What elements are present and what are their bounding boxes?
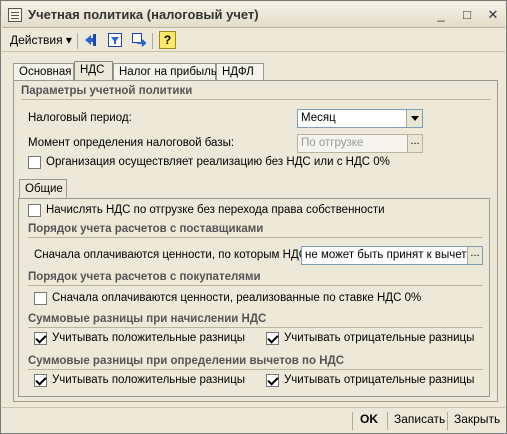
button-bar: OK Записать Закрыть (2, 407, 505, 433)
deduction-negative-label: Учитывать отрицательные разницы (284, 374, 475, 386)
policy-window: Учетная политика (налоговый учет) _ □ ✕ … (0, 0, 507, 434)
suppliers-first-label: Сначала оплачиваются ценности, по которы… (34, 249, 308, 261)
base-moment-label: Момент определения налоговой базы: (28, 137, 235, 149)
section-divider (28, 327, 483, 328)
tab-general[interactable]: Общие (19, 179, 67, 199)
tax-period-select[interactable]: Месяц (297, 109, 423, 128)
toolbar-divider (152, 33, 153, 49)
arrow-left-icon[interactable] (82, 31, 100, 49)
base-moment-value: По отгрузке (301, 137, 364, 149)
suppliers-first-value: не может быть принят к вычету (305, 249, 473, 261)
button-divider (387, 412, 388, 430)
deduction-positive-label: Учитывать положительные разницы (52, 374, 246, 386)
toolbar: Действия ▾ ? (2, 29, 505, 52)
section-accrual-diff: Суммовые разницы при начислении НДС (28, 313, 267, 325)
base-moment-field[interactable]: По отгрузке ... (297, 134, 423, 153)
minimize-button[interactable]: _ (432, 6, 450, 23)
no-vat-checkbox[interactable] (28, 156, 41, 169)
no-vat-label: Организация осуществляет реализацию без … (46, 156, 390, 168)
section-divider (28, 237, 483, 238)
button-divider (352, 412, 353, 430)
deduction-positive-checkbox[interactable] (34, 374, 47, 387)
ok-button[interactable]: OK (360, 412, 378, 430)
maximize-button[interactable]: □ (458, 6, 476, 23)
buyers-first-label: Сначала оплачиваются ценности, реализова… (52, 292, 422, 304)
tab-ndfl[interactable]: НДФЛ (216, 63, 264, 81)
section-policy-params: Параметры учетной политики (21, 85, 193, 97)
buyers-first-checkbox[interactable] (34, 292, 47, 305)
close-dialog-button[interactable]: Закрыть (454, 412, 500, 430)
ellipsis-icon[interactable]: ... (407, 135, 422, 152)
section-divider (28, 369, 483, 370)
section-deduction-diff: Суммовые разницы при определении вычетов… (28, 355, 344, 367)
accrual-negative-checkbox[interactable] (266, 332, 279, 345)
chevron-down-icon[interactable] (406, 110, 422, 127)
close-button[interactable]: ✕ (484, 6, 502, 23)
tax-period-value: Месяц (301, 112, 336, 124)
vat-on-shipment-label: Начислять НДС по отгрузке без перехода п… (46, 204, 385, 216)
save-button[interactable]: Записать (394, 412, 445, 430)
tab-vat[interactable]: НДС (74, 61, 113, 80)
actions-menu[interactable]: Действия ▾ (10, 33, 72, 47)
refresh-icon[interactable] (130, 31, 148, 49)
vat-on-shipment-checkbox[interactable] (28, 204, 41, 217)
accrual-positive-label: Учитывать положительные разницы (52, 332, 246, 344)
window-title: Учетная политика (налоговый учет) (28, 7, 259, 22)
filter-icon[interactable] (106, 31, 124, 49)
button-divider (447, 412, 448, 430)
title-bar[interactable]: Учетная политика (налоговый учет) _ □ ✕ (2, 2, 505, 28)
accrual-positive-checkbox[interactable] (34, 332, 47, 345)
section-buyers: Порядок учета расчетов с покупателями (28, 271, 261, 283)
tax-period-label: Налоговый период: (28, 112, 132, 124)
section-divider (28, 285, 483, 286)
accrual-negative-label: Учитывать отрицательные разницы (284, 332, 475, 344)
suppliers-first-field[interactable]: не может быть принят к вычету ... (301, 246, 483, 265)
help-button[interactable]: ? (159, 31, 176, 49)
section-divider (21, 99, 491, 100)
toolbar-divider (77, 33, 78, 49)
ellipsis-icon[interactable]: ... (467, 247, 482, 264)
deduction-negative-checkbox[interactable] (266, 374, 279, 387)
tab-profit-tax[interactable]: Налог на прибыль (113, 63, 217, 81)
section-suppliers: Порядок учета расчетов с поставщиками (28, 223, 264, 235)
document-icon (8, 8, 22, 22)
tab-main[interactable]: Основная (13, 63, 74, 81)
